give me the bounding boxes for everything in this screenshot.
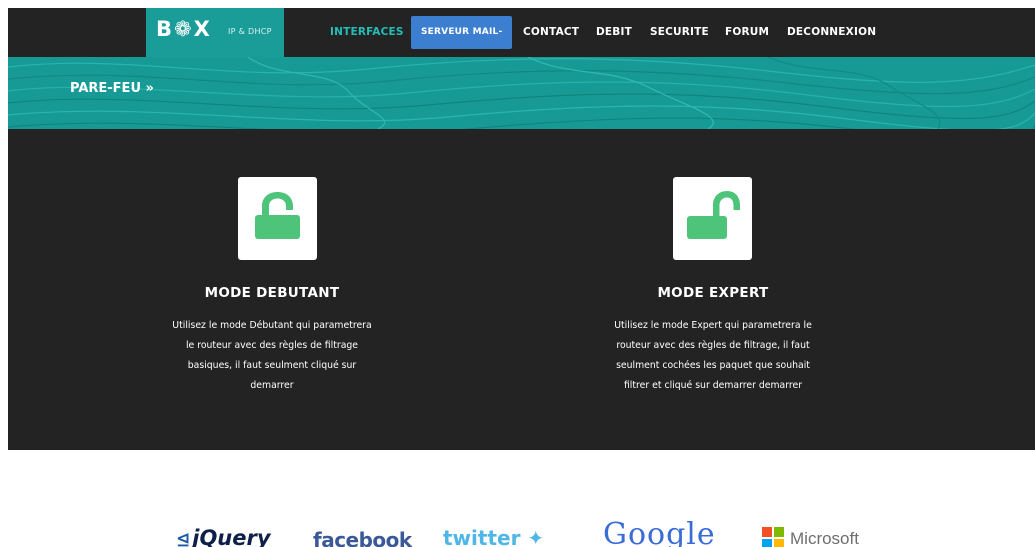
mode-debutant-description: Utilisez le mode Débutant qui parametrer… [142,316,402,396]
nav-item-interfaces[interactable]: INTERFACES [330,8,404,57]
lock-closed-icon [255,192,300,239]
jquery-logo-text: jQuery [192,526,271,547]
mode-expert-line-2: routeur avec des règles de filtrage, il … [616,340,810,351]
mode-debutant-title: MODE DEBUTANT [204,285,340,301]
mode-expert-button[interactable] [673,177,752,260]
microsoft-logo: Microsoft [790,529,859,547]
mode-expert-title: MODE EXPERT [657,285,769,301]
brand-logo[interactable]: B❁X IP & DHCP [146,8,284,57]
mode-debutant-line-3: basiques, il faut seulment cliqué sur [187,360,357,371]
lock-open-icon [687,191,740,239]
twitter-logo-text: twitter [443,526,521,547]
brand-logo-text: B❁X [156,17,212,41]
mode-expert-line-3: seulment cochées les paquet que souhait [616,360,810,371]
nav-item-deconnexion[interactable]: DECONNEXION [787,8,876,57]
mode-debutant-line-2: le routeur avec des règles de filtrage [185,340,359,351]
mode-debutant-button[interactable] [238,177,317,260]
mode-expert-line-1: Utilisez le mode Expert qui parametrera … [614,320,812,331]
nav-item-serveur-mail-dropdown[interactable]: SERVEUR MAIL- [411,16,513,49]
partner-logos: ⊴jQuery facebook twitter ✦ Google Micros… [0,520,1035,547]
mode-debutant-line-1: Utilisez le mode Débutant qui parametrer… [172,320,372,331]
jquery-logo: ⊴jQuery [176,526,271,547]
twitter-bird-icon: ✦ [527,526,545,547]
twitter-logo: twitter ✦ [443,526,544,547]
mode-debutant-line-4: demarrer [250,380,294,391]
mode-expert-line-4: filtrer et cliqué sur demarrer demarrer [623,380,803,391]
facebook-logo: facebook [313,528,412,547]
navbar: B❁X IP & DHCP INTERFACES SERVEUR MAIL- C… [8,8,1035,57]
nav-item-securite[interactable]: SECURITE [650,8,709,57]
nav-item-forum[interactable]: FORUM [725,8,769,57]
banner-wave-texture [8,57,1035,129]
microsoft-squares-icon [762,527,784,547]
jquery-swoosh-icon: ⊴ [176,530,191,547]
brand-subtitle: IP & DHCP [228,27,272,36]
google-logo: Google [603,520,716,547]
nav-item-contact[interactable]: CONTACT [523,8,579,57]
page-frame: B❁X IP & DHCP INTERFACES SERVEUR MAIL- C… [8,8,1035,450]
page-banner: PARE-FEU » [8,57,1035,129]
mode-expert-description: Utilisez le mode Expert qui parametrera … [583,316,843,396]
banner-title: PARE-FEU » [70,81,154,96]
nav-item-debit[interactable]: DEBIT [596,8,632,57]
